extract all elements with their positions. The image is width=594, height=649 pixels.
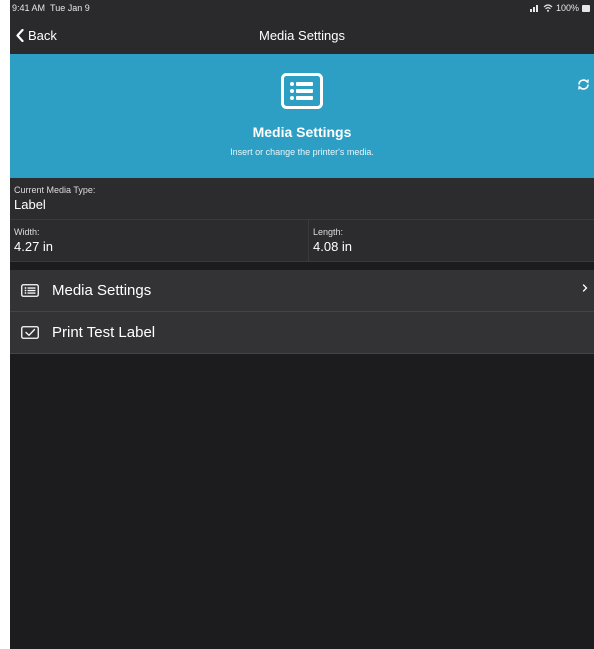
width-cell: Width: 4.27 in (10, 220, 308, 261)
width-value: 4.27 in (14, 239, 54, 254)
status-indicators: 100% (529, 3, 590, 13)
width-label: Width: (14, 227, 40, 237)
section-divider (10, 262, 594, 270)
media-settings-screen: 9:41 AM Tue Jan 9 100% Back Media Settin… (10, 0, 594, 649)
status-date: Tue Jan 9 (50, 3, 90, 13)
back-button[interactable]: Back (10, 28, 57, 43)
status-bar: 9:41 AM Tue Jan 9 100% (10, 0, 594, 16)
length-cell: Length: 4.08 in (308, 220, 594, 261)
checkbox-icon (21, 326, 41, 340)
chevron-right-icon (582, 284, 588, 292)
menu-item-print-test-label[interactable]: Print Test Label (10, 312, 594, 354)
signal-icon (529, 5, 538, 12)
length-value: 4.08 in (313, 239, 353, 254)
nav-title: Media Settings (259, 27, 345, 43)
refresh-icon[interactable] (577, 78, 590, 91)
battery-icon (582, 4, 590, 12)
dimensions-row: Width: 4.27 in Length: 4.08 in (10, 220, 594, 262)
hero-banner: Media Settings Insert or change the prin… (10, 54, 594, 178)
menu-item-label: Print Test Label (52, 324, 156, 341)
menu-item-label: Media Settings (52, 282, 152, 299)
chevron-left-icon (16, 28, 24, 42)
status-time: 9:41 AM (12, 3, 46, 13)
empty-content-area (10, 354, 594, 649)
status-time-date: 9:41 AM Tue Jan 9 (12, 3, 90, 13)
hero-subtitle: Insert or change the printer's media. (230, 147, 374, 157)
media-type-value: Label (14, 197, 46, 212)
back-label: Back (28, 27, 57, 43)
menu-item-media-settings[interactable]: Media Settings (10, 270, 594, 312)
list-icon (21, 284, 41, 298)
length-label: Length: (313, 227, 344, 237)
media-type-label: Current Media Type: (14, 185, 96, 195)
list-icon (281, 73, 323, 109)
battery-percentage: 100% (555, 3, 579, 13)
current-media-type-row: Current Media Type: Label (10, 178, 594, 220)
navigation-bar: Back Media Settings (10, 16, 594, 54)
wifi-icon (543, 4, 553, 12)
hero-title: Media Settings (252, 124, 352, 140)
